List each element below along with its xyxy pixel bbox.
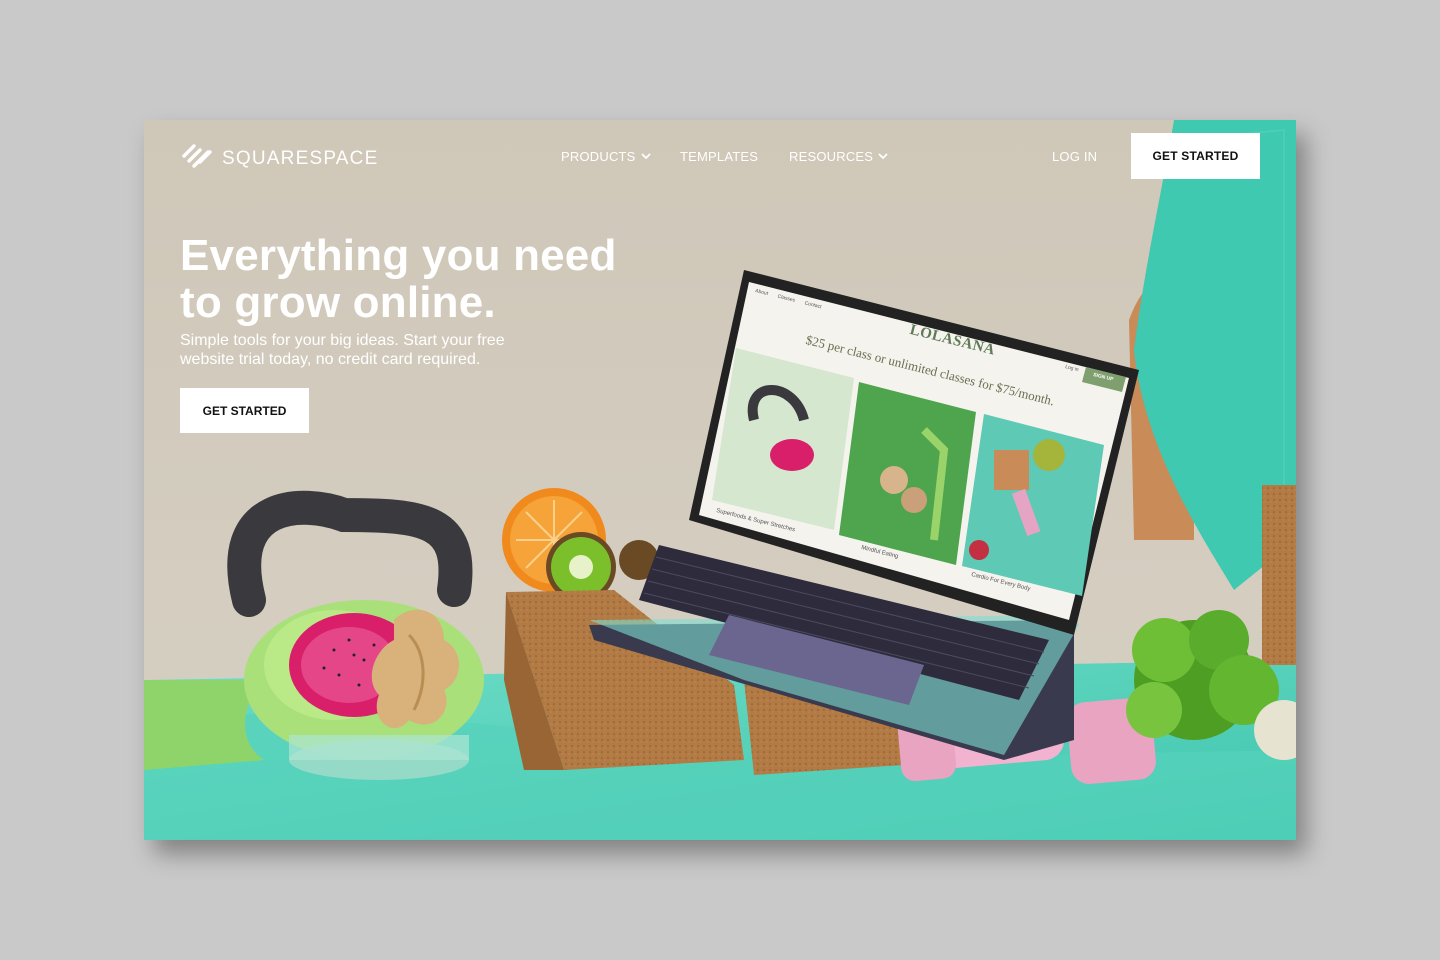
nav-get-started-button[interactable]: GET STARTED [1131, 133, 1260, 179]
nav-templates-label: TEMPLATES [680, 149, 759, 164]
nav-resources-label: RESOURCES [789, 149, 874, 164]
chevron-down-icon [640, 153, 651, 160]
hero-title-line1: Everything you need [180, 231, 617, 280]
hero-get-started-button[interactable]: GET STARTED [180, 388, 309, 433]
top-navigation: SQUARESPACE PRODUCTS TEMPLATES RESOURCES… [144, 120, 1296, 192]
nav-products[interactable]: PRODUCTS [561, 149, 651, 164]
nav-resources[interactable]: RESOURCES [789, 149, 888, 164]
nav-products-label: PRODUCTS [561, 149, 636, 164]
squarespace-logo-icon [180, 142, 214, 175]
brand-logo[interactable]: SQUARESPACE [180, 142, 378, 175]
nav-templates[interactable]: TEMPLATES [680, 149, 758, 164]
hero-title-line2: to grow online. [180, 278, 496, 327]
hero-subtitle: Simple tools for your big ideas. Start y… [180, 331, 550, 369]
hero-section: About Classes Contact LOLASANA $25 per c… [144, 120, 1296, 840]
login-link[interactable]: LOG IN [1052, 149, 1097, 164]
hero-scene-image [144, 120, 1296, 840]
brand-name: SQUARESPACE [222, 147, 379, 169]
hero-subtitle-line2: website trial today, no credit card requ… [180, 351, 481, 368]
hero-title: Everything you need to grow online. [180, 232, 650, 326]
hero-subtitle-line1: Simple tools for your big ideas. Start y… [180, 332, 505, 349]
chevron-down-icon [878, 153, 888, 160]
